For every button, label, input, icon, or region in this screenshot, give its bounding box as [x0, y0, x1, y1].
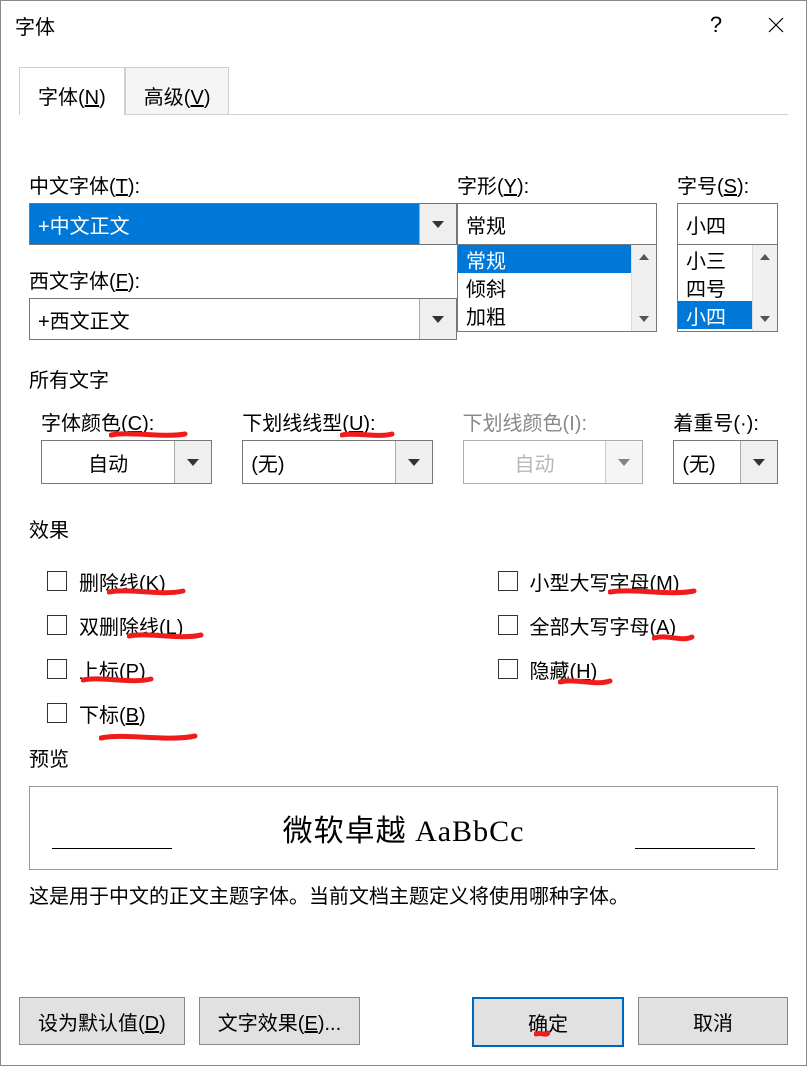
scroll-up-button[interactable]: [632, 245, 656, 269]
size-option[interactable]: 小三: [678, 245, 752, 273]
chevron-down-icon: [639, 316, 649, 322]
set-default-button[interactable]: 设为默认值(D): [19, 997, 185, 1045]
underline-style-combo[interactable]: (无): [242, 440, 432, 484]
checkbox-icon: [47, 659, 67, 679]
effects-label: 效果: [29, 514, 778, 543]
style-option[interactable]: 加粗: [458, 301, 631, 329]
font-color-value[interactable]: 自动: [42, 441, 174, 483]
title-bar: 字体 ?: [1, 1, 806, 49]
cn-font-combo[interactable]: +中文正文: [29, 203, 457, 245]
emphasis-label: 着重号(·):: [673, 407, 778, 436]
underline-color-dropdown-button: [605, 441, 642, 483]
chevron-down-icon: [408, 459, 420, 466]
chevron-down-icon: [753, 459, 765, 466]
chk-all-caps[interactable]: 全部大写字母(A): [498, 603, 779, 647]
tab-strip: 字体(N) 高级(V): [19, 67, 788, 115]
en-font-value[interactable]: +西文正文: [30, 299, 419, 339]
emphasis-value[interactable]: (无): [674, 441, 740, 483]
size-scrollbar[interactable]: [752, 245, 777, 331]
tab-font[interactable]: 字体(N): [19, 67, 125, 115]
cn-font-label: 中文字体(T):: [29, 170, 457, 199]
font-color-label: 字体颜色(C):: [41, 407, 212, 436]
style-value[interactable]: 常规: [458, 204, 656, 244]
en-font-dropdown-button[interactable]: [419, 299, 456, 339]
style-option[interactable]: 倾斜: [458, 273, 631, 301]
style-option[interactable]: 常规: [458, 245, 631, 273]
cn-font-value[interactable]: +中文正文: [30, 204, 419, 244]
size-listbox[interactable]: 小三 四号 小四: [677, 244, 778, 332]
chk-subscript[interactable]: 下标(B): [47, 691, 328, 735]
cancel-button[interactable]: 取消: [638, 997, 788, 1045]
style-input[interactable]: 常规: [457, 203, 657, 244]
font-color-combo[interactable]: 自动: [41, 440, 212, 484]
tab-font-label: 字体(N): [38, 81, 106, 110]
text-effects-button[interactable]: 文字效果(E)...: [199, 997, 360, 1045]
checkbox-icon: [47, 571, 67, 591]
underline-color-label: 下划线颜色(I):: [463, 407, 644, 436]
preview-sample: 微软卓越 AaBbCc: [283, 806, 525, 850]
chevron-down-icon: [432, 316, 444, 323]
close-icon: [768, 17, 784, 33]
preview-box: 微软卓越 AaBbCc: [29, 786, 778, 870]
chevron-down-icon: [618, 459, 630, 466]
font-color-dropdown-button[interactable]: [174, 441, 211, 483]
size-input[interactable]: 小四: [677, 203, 778, 244]
scroll-down-button[interactable]: [753, 307, 777, 331]
window-title: 字体: [15, 11, 55, 40]
style-scrollbar[interactable]: [631, 245, 656, 331]
en-font-combo[interactable]: +西文正文: [29, 298, 457, 340]
chevron-down-icon: [432, 221, 444, 228]
chk-small-caps[interactable]: 小型大写字母(M): [498, 559, 779, 603]
style-listbox[interactable]: 常规 倾斜 加粗: [457, 244, 657, 332]
chevron-up-icon: [760, 254, 770, 260]
underline-style-value[interactable]: (无): [243, 441, 394, 483]
chk-double-strikethrough[interactable]: 双删除线(L): [47, 603, 328, 647]
size-option[interactable]: 小四: [678, 301, 752, 329]
en-font-label: 西文字体(F):: [29, 265, 457, 294]
chk-superscript[interactable]: 上标(P): [47, 647, 328, 691]
cancel-label: 取消: [693, 1007, 733, 1036]
tab-advanced-label: 高级(V): [144, 81, 211, 110]
size-option[interactable]: 四号: [678, 273, 752, 301]
size-value[interactable]: 小四: [678, 204, 777, 244]
checkbox-icon: [498, 615, 518, 635]
chk-strikethrough[interactable]: 删除线(K): [47, 559, 328, 603]
emphasis-combo[interactable]: (无): [673, 440, 778, 484]
close-button[interactable]: [746, 1, 806, 49]
preview-label: 预览: [29, 743, 778, 772]
checkbox-icon: [47, 615, 67, 635]
emphasis-dropdown-button[interactable]: [740, 441, 777, 483]
underline-style-label: 下划线线型(U):: [242, 407, 432, 436]
chevron-down-icon: [187, 459, 199, 466]
cn-font-dropdown-button[interactable]: [419, 204, 456, 244]
checkbox-icon: [498, 571, 518, 591]
size-label: 字号(S):: [677, 170, 778, 199]
help-button[interactable]: ?: [686, 1, 746, 49]
chevron-up-icon: [639, 254, 649, 260]
ok-label: 确定: [528, 1008, 568, 1037]
ok-button[interactable]: 确定: [472, 997, 624, 1047]
tab-advanced[interactable]: 高级(V): [125, 67, 230, 115]
scroll-up-button[interactable]: [753, 245, 777, 269]
chevron-down-icon: [760, 316, 770, 322]
chk-hidden[interactable]: 隐藏(H): [498, 647, 779, 691]
underline-style-dropdown-button[interactable]: [395, 441, 432, 483]
all-text-label: 所有文字: [29, 364, 778, 393]
preview-note: 这是用于中文的正文主题字体。当前文档主题定义将使用哪种字体。: [29, 880, 778, 909]
underline-color-combo: 自动: [463, 440, 644, 484]
checkbox-icon: [47, 703, 67, 723]
checkbox-icon: [498, 659, 518, 679]
style-label: 字形(Y):: [457, 170, 657, 199]
scroll-down-button[interactable]: [632, 307, 656, 331]
underline-color-value: 自动: [464, 441, 606, 483]
